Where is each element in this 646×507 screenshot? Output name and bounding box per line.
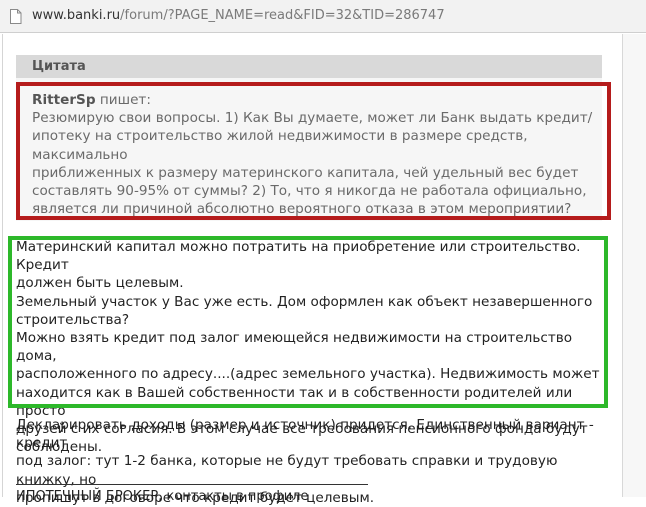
browser-address-bar[interactable]: www.banki.ru/forum/?PAGE_NAME=read&FID=3…	[0, 0, 646, 33]
url-path: /forum/?PAGE_NAME=read&FID=32&TID=286747	[120, 8, 445, 23]
url-host: www.banki.ru	[32, 8, 121, 23]
url-text[interactable]: www.banki.ru/forum/?PAGE_NAME=read&FID=3…	[32, 8, 445, 23]
page-icon	[10, 9, 22, 24]
green-highlight-frame	[8, 236, 608, 408]
tail-line: Декларировать доходы (размер и источник)…	[16, 417, 594, 452]
red-highlight-frame	[16, 82, 611, 220]
quote-header: Цитата	[16, 55, 602, 78]
page-right-gutter	[622, 34, 646, 497]
signature-divider	[16, 484, 368, 485]
forum-page: Цитата RitterSp пишет: Резюмирую свои во…	[0, 34, 646, 506]
page-left-border	[2, 34, 3, 497]
